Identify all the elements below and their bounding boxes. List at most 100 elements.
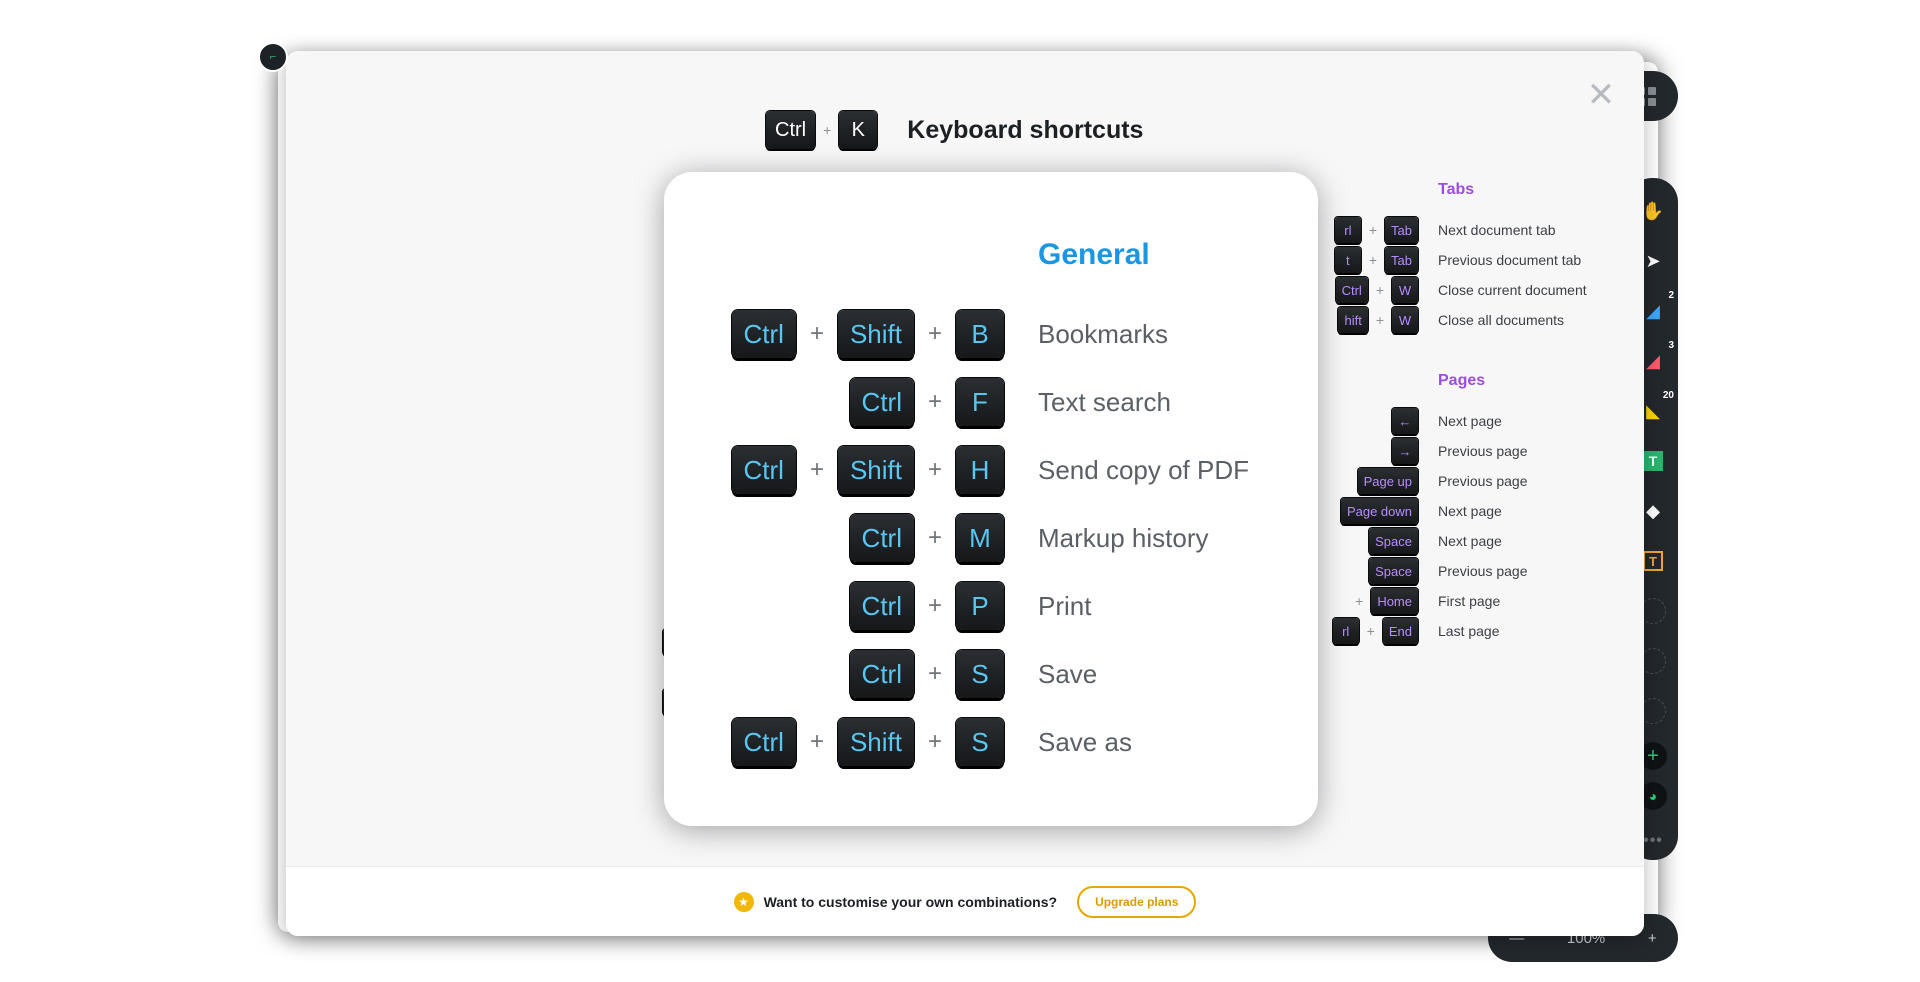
shortcut-section: Pages ← Next page → Previous page Page up Prev… [1296, 372, 1636, 646]
plus-sign: + [823, 122, 832, 138]
card-key-combo: Ctrl + M [724, 514, 1004, 562]
card-shortcut-row: Ctrl + S Save [724, 640, 1249, 708]
key-chip: Ctrl [849, 378, 914, 426]
corner-menu-button[interactable]: ⌐ [258, 42, 288, 72]
description-text: Close all documents [1438, 312, 1565, 328]
key-chip: P [956, 582, 1004, 630]
description-text: Previous page [1438, 443, 1528, 459]
key-chip: rl [1334, 217, 1361, 243]
plus-sign: + [1355, 593, 1364, 609]
key-chip: Ctrl [731, 310, 796, 358]
plus-sign: + [1375, 282, 1384, 298]
plus-sign: + [1366, 623, 1375, 639]
key-chip: Shift [837, 446, 914, 494]
key-chip: hift [1338, 307, 1368, 333]
card-key-combo: Ctrl + Shift + S [724, 718, 1004, 766]
shortcut-description: Previous page [1438, 563, 1528, 579]
key-chip: Tab [1385, 217, 1418, 243]
plus-sign: + [809, 456, 824, 483]
zoom-in-button[interactable]: + [1648, 930, 1657, 947]
shortcut-row: Page down Next page [1296, 496, 1636, 526]
key-chip: Shift [837, 718, 914, 766]
header-key: Ctrl [766, 111, 816, 149]
key-chip: Home [1371, 588, 1418, 614]
key-chip: Ctrl [849, 650, 914, 698]
key-chip: Shift [837, 310, 914, 358]
description-text: Previous page [1438, 473, 1528, 489]
shortcut-description: Previous document tab [1438, 252, 1581, 268]
shortcut-row: + Home First page [1296, 586, 1636, 616]
plus-sign: + [809, 728, 824, 755]
section-title: Tabs [1438, 181, 1475, 198]
description-text: Next document tab [1438, 222, 1556, 238]
key-chip: Ctrl [731, 718, 796, 766]
key-chip: Page down [1340, 498, 1418, 524]
pen-count-badge: 2 [1668, 290, 1674, 301]
marker-count-badge: 3 [1668, 340, 1674, 351]
key-chip: W [1392, 307, 1418, 333]
star-icon: ★ [733, 891, 754, 912]
description-text: Last page [1438, 623, 1500, 639]
plus-sign: + [1368, 252, 1378, 268]
modal-title: Keyboard shortcuts [907, 115, 1144, 144]
card-title: General [1038, 238, 1150, 271]
key-chip: S [956, 650, 1004, 698]
shortcut-row: Space Previous page [1296, 556, 1636, 586]
key-chip: Page up [1357, 468, 1418, 494]
shortcut-row: rl + Tab Next document tab [1296, 215, 1636, 245]
general-shortcuts-card: General Ctrl + Shift + B Bookmarks Ctrl + F Text … [664, 172, 1318, 826]
header-key: K [839, 111, 878, 149]
shortcut-description: Next page [1438, 413, 1502, 429]
shortcut-description: Previous page [1438, 443, 1528, 459]
key-chip: Space [1369, 528, 1418, 554]
shortcut-description: Previous page [1438, 473, 1528, 489]
card-shortcut-row: Ctrl + Shift + B Bookmarks [724, 300, 1249, 368]
card-shortcut-description: Send copy of PDF [1038, 454, 1249, 485]
key-chip: t [1334, 247, 1361, 273]
plus-sign: + [809, 320, 824, 347]
plus-sign: + [927, 728, 942, 755]
key-chip: Ctrl [849, 514, 914, 562]
plus-sign: + [927, 320, 942, 347]
key-chip: rl [1332, 618, 1359, 644]
plus-sign: + [1368, 222, 1378, 238]
card-key-combo: Ctrl + S [724, 650, 1004, 698]
shortcut-section: Tabs rl + Tab Next document tab t + Tab Previous… [1296, 181, 1636, 335]
key-chip: H [956, 446, 1004, 494]
shortcut-row: Space Next page [1296, 526, 1636, 556]
shortcut-row: ← Next page [1296, 406, 1636, 436]
key-chip: End [1382, 618, 1418, 644]
upgrade-prompt: Want to customise your own combinations? [763, 893, 1058, 910]
key-chip: ← [1392, 408, 1418, 434]
key-chip: S [956, 718, 1004, 766]
shortcut-description: Close current document [1438, 282, 1587, 298]
plus-sign: + [1375, 312, 1384, 328]
description-text: Next page [1438, 533, 1502, 549]
section-title: Pages [1438, 372, 1486, 389]
description-text: Close current document [1438, 282, 1587, 298]
key-chip: B [956, 310, 1004, 358]
plus-sign: + [927, 456, 942, 483]
card-key-combo: Ctrl + P [724, 582, 1004, 630]
shortcut-description: Next page [1438, 533, 1502, 549]
card-shortcut-row: Ctrl + P Print [724, 572, 1249, 640]
shortcut-description: Last page [1438, 623, 1500, 639]
corner-icon: ⌐ [269, 51, 277, 63]
card-shortcut-description: Save [1038, 658, 1098, 689]
key-chip: → [1392, 438, 1418, 464]
upgrade-bar: ★ Want to customise your own combination… [286, 866, 1644, 936]
shortcut-row: rl + End Last page [1296, 616, 1636, 646]
plus-sign: + [927, 660, 942, 687]
card-rows: Ctrl + Shift + B Bookmarks Ctrl + F Text search Ct… [724, 300, 1249, 776]
card-shortcut-description: Bookmarks [1038, 318, 1169, 349]
card-shortcut-description: Save as [1038, 726, 1132, 757]
upgrade-plans-button[interactable]: Upgrade plans [1077, 885, 1197, 918]
key-chip: F [956, 378, 1004, 426]
card-key-combo: Ctrl + Shift + H [724, 446, 1004, 494]
card-shortcut-row: Ctrl + Shift + S Save as [724, 708, 1249, 776]
shortcut-description: First page [1438, 593, 1500, 609]
card-key-combo: Ctrl + Shift + B [724, 310, 1004, 358]
close-icon[interactable]: ✕ [1586, 78, 1616, 112]
shortcut-row: hift + W Close all documents [1296, 305, 1636, 335]
shortcut-row: Page up Previous page [1296, 466, 1636, 496]
